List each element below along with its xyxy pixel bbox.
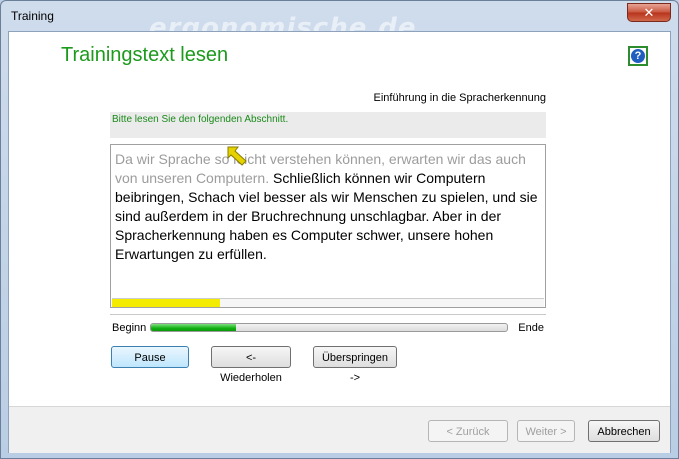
training-text: Da wir Sprache so leicht verstehen könne… xyxy=(115,146,543,264)
skip-button[interactable]: Überspringen -> xyxy=(313,346,397,384)
instruction-text: Bitte lesen Sie den folgenden Abschnitt. xyxy=(110,112,546,138)
text-progress-bar xyxy=(112,298,544,307)
window-title: Training xyxy=(11,9,54,23)
next-button[interactable]: Weiter > xyxy=(517,420,575,442)
repeat-button[interactable]: <- Wiederholen xyxy=(211,346,291,384)
yellow-arrow-icon xyxy=(227,146,247,166)
section-title: Einführung in die Spracherkennung xyxy=(373,92,546,104)
training-text-box: Da wir Sprache so leicht verstehen könne… xyxy=(110,144,546,308)
back-button[interactable]: < Zurück xyxy=(428,420,508,442)
close-button[interactable]: ✕ xyxy=(627,3,671,22)
pause-button[interactable]: Pause xyxy=(111,346,189,368)
dialog-client: Trainingstext lesen ? Einführung in die … xyxy=(8,31,671,453)
progress-row: Beginn Ende xyxy=(110,314,546,339)
progress-begin-label: Beginn xyxy=(112,322,147,334)
help-icon: ? xyxy=(631,49,645,63)
cancel-button[interactable]: Abbrechen xyxy=(588,420,660,442)
training-progress-fill xyxy=(151,324,237,331)
text-progress-fill xyxy=(112,299,220,307)
help-button[interactable]: ? xyxy=(628,46,648,66)
training-progress-bar xyxy=(150,323,508,332)
training-window: Training ergonomische.de ✕ Trainingstext… xyxy=(0,0,679,459)
page-title: Trainingstext lesen xyxy=(61,44,229,66)
progress-end-label: Ende xyxy=(518,322,544,334)
title-bar[interactable]: Training ergonomische.de ✕ xyxy=(1,1,678,43)
close-icon: ✕ xyxy=(643,5,655,20)
